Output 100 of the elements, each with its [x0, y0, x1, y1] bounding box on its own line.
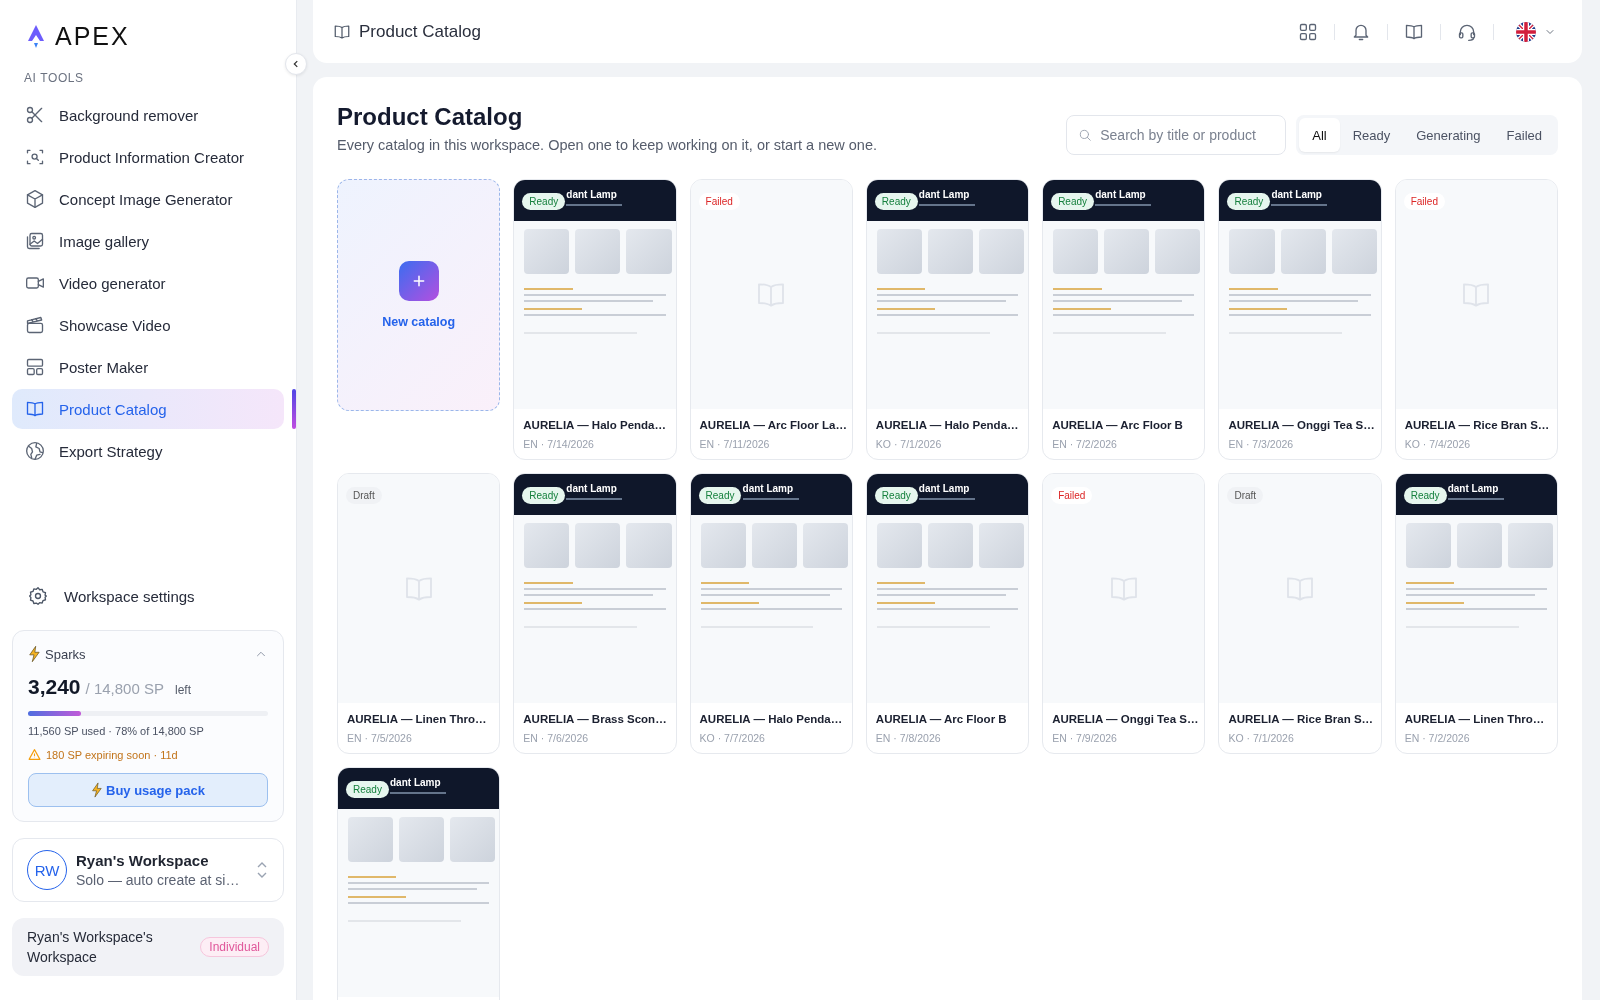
filter-tab[interactable]: Failed — [1493, 118, 1555, 152]
usage-text: 11,560 SP used · 78% of 14,800 SP — [28, 725, 205, 737]
catalog-card[interactable]: dant Lamp Ready AURELIA — Linen Thro… EN · 7/2/2026 — [1394, 473, 1558, 754]
catalog-meta: EN · 7/11/2026 — [699, 438, 771, 450]
image-placeholder — [524, 229, 570, 274]
filter-tab[interactable]: All — [1299, 118, 1340, 152]
text-line-drawing — [918, 204, 975, 206]
catalog-title: AURELIA — Arc Floor B — [1052, 418, 1184, 433]
workspace-name: Ryan's Workspace — [76, 852, 210, 869]
text-line-drawing — [700, 602, 759, 604]
image-placeholder — [1405, 523, 1451, 568]
nav-item[interactable]: Image gallery — [12, 221, 284, 261]
plan-badge: Individual — [200, 937, 269, 957]
images-icon — [25, 231, 45, 251]
catalog-card[interactable]: Draft AURELIA — Linen Thro… EN · 7/5/2026 — [337, 473, 501, 754]
catalog-meta: KO · 7/1/2026 — [1228, 732, 1295, 744]
image-placeholder — [979, 229, 1025, 274]
preview-heading: dant Lamp — [1447, 483, 1500, 494]
catalog-title: AURELIA — Halo Penda… — [523, 418, 667, 433]
catalog-card[interactable]: dant Lamp Ready AURELIA — Halo Penda… KO · 7/1/2026 — [865, 179, 1030, 460]
uk-flag-icon — [1516, 21, 1536, 42]
text-line-drawing — [524, 308, 583, 310]
new-catalog-label: New catalog — [382, 315, 456, 329]
image-placeholder — [1104, 229, 1150, 274]
text-line-drawing — [348, 896, 407, 898]
text-line-drawing — [700, 582, 749, 584]
catalog-title: AURELIA — Onggi Tea S… — [1228, 418, 1374, 433]
catalog-meta: EN · 7/3/2026 — [1228, 438, 1295, 450]
text-line-drawing — [566, 498, 623, 500]
catalog-title: AURELIA — Rice Bran S… — [1228, 712, 1374, 727]
catalog-title: AURELIA — Halo Penda… — [875, 418, 1020, 433]
text-line-drawing — [390, 792, 446, 794]
text-line-drawing — [348, 876, 397, 878]
catalog-card[interactable]: dant Lamp Ready AURELIA — Halo Penda… KO · 7/7/2026 — [689, 473, 853, 754]
clapperboard-icon — [25, 315, 45, 335]
nav-item[interactable]: Concept Image Generator — [12, 179, 284, 219]
status-badge: Failed — [1051, 487, 1093, 504]
text-line-drawing — [742, 498, 799, 500]
status-badge: Ready — [874, 193, 918, 210]
nav-item[interactable]: Background remover — [12, 95, 284, 135]
preview-heading: dant Lamp — [566, 189, 618, 200]
chevron-updown-icon — [255, 861, 269, 879]
nav-item[interactable]: Export Strategy — [12, 431, 284, 471]
catalog-meta: EN · 7/2/2026 — [1404, 732, 1471, 744]
catalog-card[interactable]: Failed AURELIA — Rice Bran S… KO · 7/4/2026 — [1394, 179, 1558, 460]
search-icon — [1078, 128, 1093, 142]
catalog-card[interactable]: dant Lamp Ready AURELIA — Brass Scon… EN · 7/6/2026 — [513, 473, 677, 754]
image-placeholder — [348, 817, 394, 862]
workspace-plan: Solo — auto create at si… — [76, 872, 241, 888]
image-placeholder — [399, 817, 445, 862]
catalog-meta: EN · 7/2/2026 — [1052, 438, 1118, 450]
plus-icon — [411, 274, 426, 288]
sparks-title: Sparks — [45, 646, 86, 662]
image-placeholder — [1507, 523, 1553, 568]
image-placeholder — [927, 523, 974, 568]
text-line-drawing — [1271, 204, 1328, 206]
settings-link[interactable]: Workspace settings — [12, 576, 284, 616]
catalog-card[interactable]: dant Lamp Ready — [337, 767, 501, 1000]
text-line-drawing — [524, 602, 583, 604]
workspace-switcher[interactable]: RW Ryan's Workspace Solo — auto create at si… — [12, 838, 284, 902]
filter-tab[interactable]: Generating — [1403, 118, 1494, 152]
apps-grid-icon[interactable] — [1298, 21, 1318, 42]
expiry-warning: 180 SP expiring soon · 11d — [46, 748, 178, 761]
image-placeholder — [1053, 229, 1099, 274]
catalog-card[interactable]: Failed AURELIA — Arc Floor La… EN · 7/11/2026 — [689, 179, 853, 460]
image-placeholder — [927, 229, 974, 274]
filter-tab[interactable]: Ready — [1339, 118, 1404, 152]
image-placeholder — [1456, 523, 1502, 568]
text-line-drawing — [566, 204, 623, 206]
new-catalog-card[interactable]: New catalog — [337, 179, 501, 411]
page-title: Product Catalog — [337, 103, 524, 131]
page-description: Every catalog in this workspace. Open one to keep working on it, or start a new one. — [337, 137, 878, 153]
catalog-title: AURELIA — Halo Penda… — [699, 712, 844, 727]
catalog-card[interactable]: dant Lamp Ready AURELIA — Halo Penda… EN · 7/14/2026 — [513, 179, 677, 460]
page-breadcrumb: Product Catalog — [359, 21, 481, 42]
catalog-title: AURELIA — Linen Thro… — [347, 712, 488, 727]
buy-pack-button[interactable]: Buy usage pack — [28, 773, 268, 807]
image-placeholder — [979, 523, 1025, 568]
preview-heading: dant Lamp — [918, 483, 971, 494]
catalog-card[interactable]: dant Lamp Ready AURELIA — Onggi Tea S… EN · 7/3/2026 — [1218, 179, 1382, 460]
image-placeholder — [876, 229, 922, 274]
catalog-meta: KO · 7/4/2026 — [1404, 438, 1472, 450]
nav-item[interactable]: Video generator — [12, 263, 284, 303]
text-line-drawing — [1447, 498, 1504, 500]
catalog-card[interactable]: dant Lamp Ready AURELIA — Arc Floor B EN · 7/2/2026 — [1042, 179, 1206, 460]
catalog-card[interactable]: Draft AURELIA — Rice Bran S… KO · 7/1/2026 — [1218, 473, 1382, 754]
catalog-meta: EN · 7/9/2026 — [1052, 732, 1118, 744]
nav-item[interactable]: Showcase Video — [12, 305, 284, 345]
image-placeholder — [802, 523, 848, 568]
catalog-card[interactable]: dant Lamp Ready AURELIA — Arc Floor B EN · 7/8/2026 — [865, 473, 1030, 754]
status-badge: Ready — [874, 487, 918, 504]
catalog-card[interactable]: Failed AURELIA — Onggi Tea S… EN · 7/9/2026 — [1042, 473, 1206, 754]
nav-item[interactable]: Poster Maker — [12, 347, 284, 387]
logo-wordmark: APEX — [55, 22, 130, 51]
search-field[interactable]: Search by title or product — [1066, 115, 1287, 155]
nav-item[interactable]: Product Information Creator — [12, 137, 284, 177]
preview-heading: dant Lamp — [1095, 189, 1147, 200]
image-placeholder — [751, 523, 797, 568]
collapse-button[interactable] — [285, 53, 307, 75]
preview-heading: dant Lamp — [918, 189, 971, 200]
